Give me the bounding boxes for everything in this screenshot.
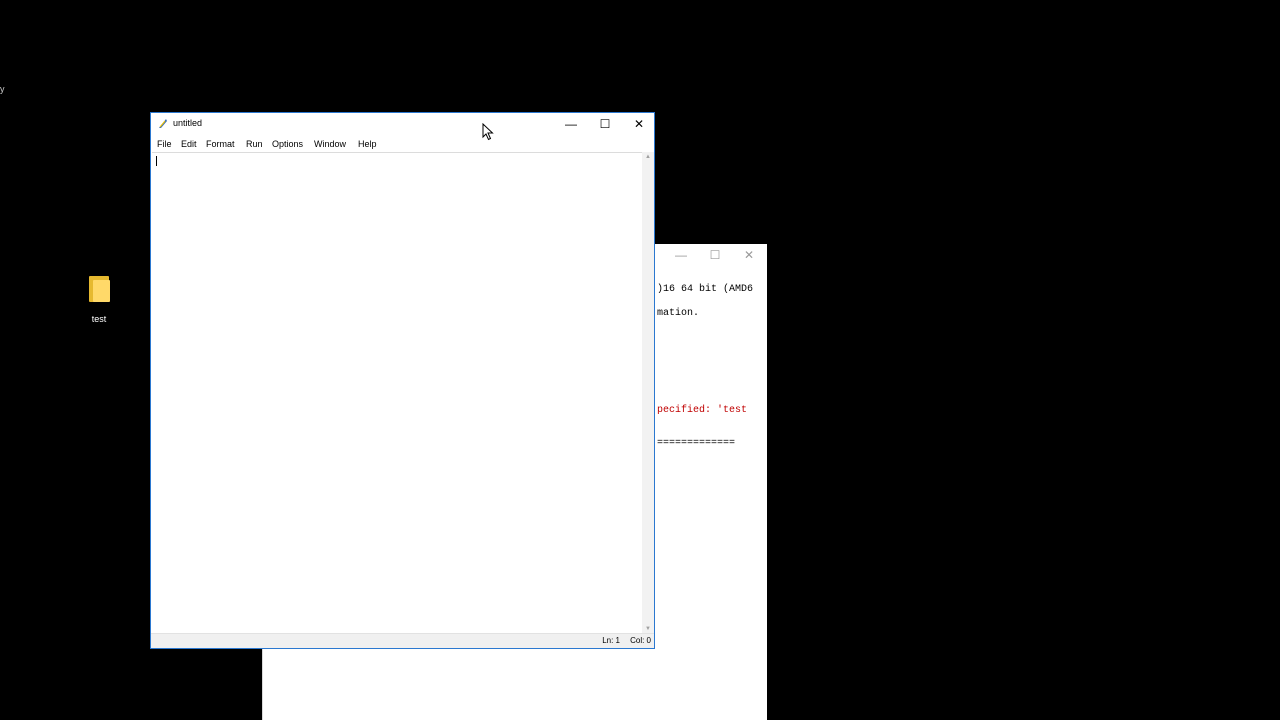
vertical-scrollbar[interactable]: ▲ ▼ [642,152,654,634]
shell-minimize-button[interactable]: — [667,247,695,263]
code-editor-textarea[interactable] [152,152,642,634]
scroll-up-arrow-icon[interactable]: ▲ [642,152,654,162]
shell-output-line: mation. [657,308,700,319]
desktop-icon-label: test [91,314,107,324]
close-button[interactable]: ✕ [622,113,656,135]
menu-bar: File Edit Format Run Options Window Help [151,137,654,153]
desktop: y test — ☐ ✕ )16 64 bit (AMD6 mation. pe… [0,0,1280,720]
folder-icon [88,276,110,302]
shell-maximize-button[interactable]: ☐ [701,247,729,263]
desktop-folder-test[interactable]: test [78,276,120,324]
menu-options[interactable]: Options [268,137,307,151]
text-caret [156,156,157,166]
menu-help[interactable]: Help [354,137,381,151]
editor-titlebar[interactable]: untitled — ☐ ✕ [151,113,654,135]
shell-output-line: )16 64 bit (AMD6 [657,284,754,295]
mouse-pointer-icon [482,123,494,141]
shell-output[interactable]: )16 64 bit (AMD6 mation. pecified: 'test… [657,280,767,720]
menu-window[interactable]: Window [310,137,350,151]
editor-window[interactable]: untitled — ☐ ✕ File Edit Format Run Opti… [150,112,655,649]
window-title: untitled [173,118,203,128]
maximize-button[interactable]: ☐ [588,113,622,135]
status-line-number: Ln: 1 [602,636,620,645]
menu-format[interactable]: Format [202,137,239,151]
status-bar: Ln: 1 Col: 0 [151,633,654,648]
shell-separator-line: ============= [657,438,736,449]
shell-error-line: pecified: 'test [657,405,748,416]
minimize-button[interactable]: — [554,113,588,135]
menu-run[interactable]: Run [242,137,267,151]
status-column-number: Col: 0 [630,636,651,645]
python-feather-icon [157,118,168,129]
menu-file[interactable]: File [153,137,176,151]
menu-edit[interactable]: Edit [177,137,201,151]
shell-close-button[interactable]: ✕ [735,247,763,263]
desktop-edge-fragment: y [0,84,5,94]
